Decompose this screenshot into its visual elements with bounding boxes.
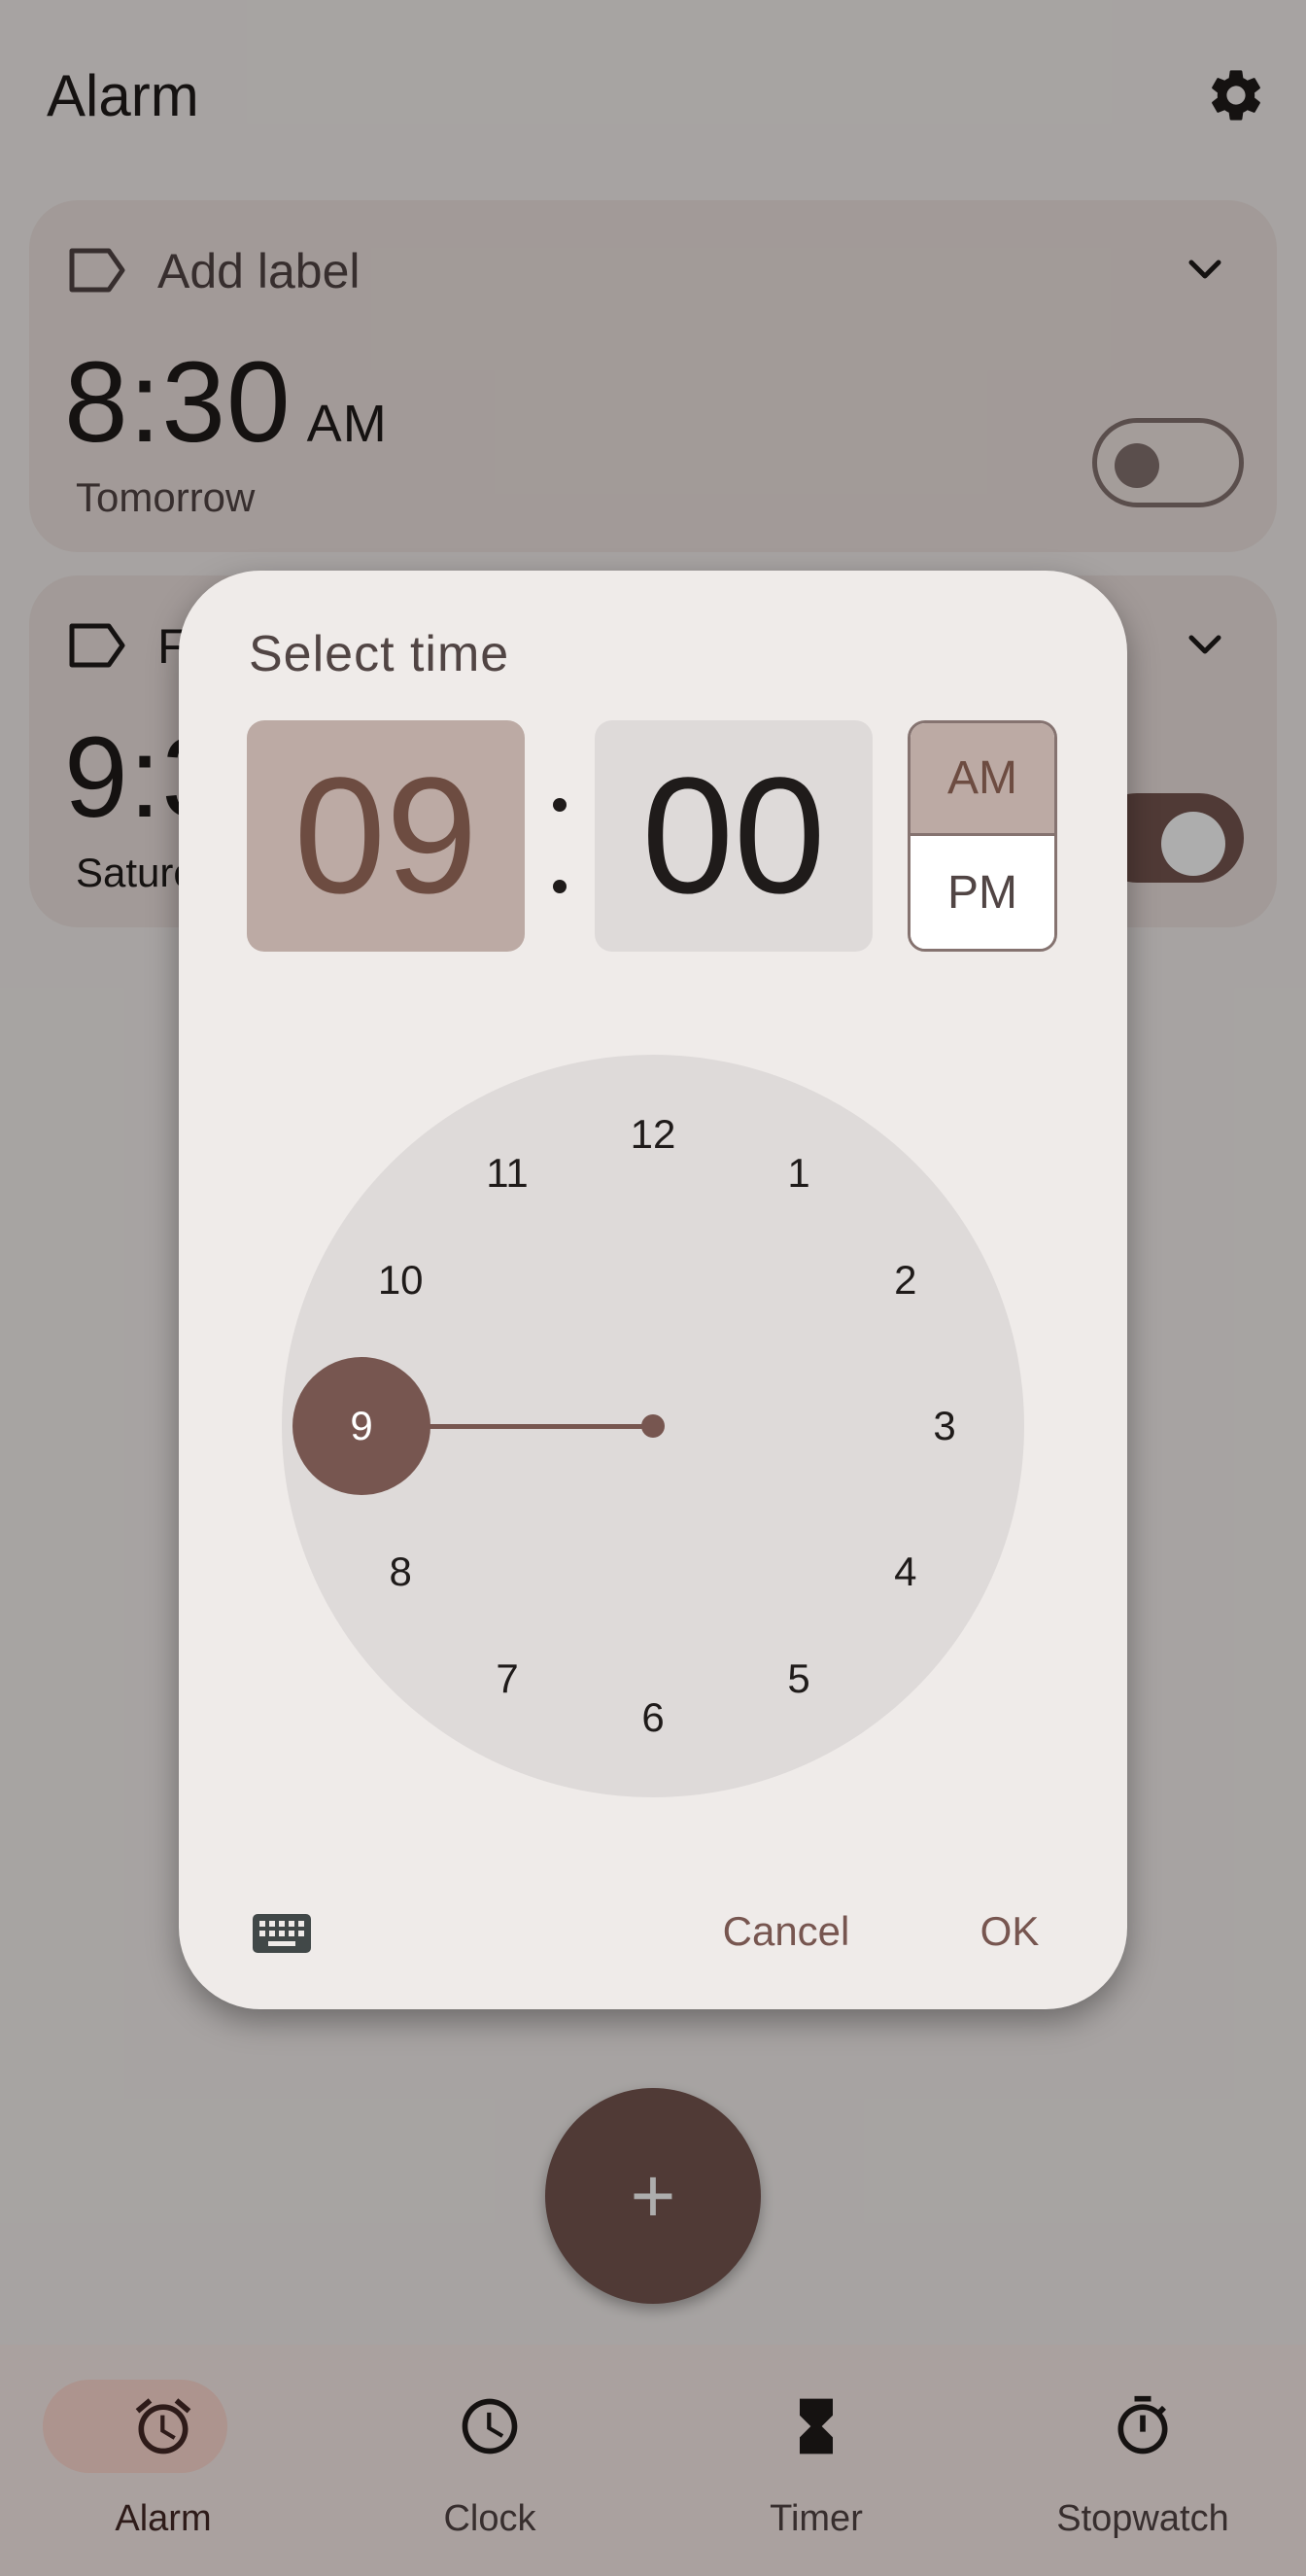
clock-number-12[interactable]: 12 <box>614 1105 692 1164</box>
clock-number-9[interactable]: 9 <box>323 1397 400 1455</box>
hour-selector[interactable]: 09 <box>247 720 525 952</box>
minute-selector[interactable]: 00 <box>595 720 873 952</box>
clock-number-3[interactable]: 3 <box>906 1397 983 1455</box>
am-toggle[interactable]: AM <box>911 723 1054 836</box>
period-selector: AM PM <box>908 720 1057 952</box>
clock-number-4[interactable]: 4 <box>867 1543 945 1601</box>
pm-toggle[interactable]: PM <box>911 836 1054 949</box>
clock-hand <box>420 1423 653 1429</box>
keyboard-icon[interactable] <box>251 1910 313 1957</box>
clock-number-8[interactable]: 8 <box>361 1543 439 1601</box>
dialog-title: Select time <box>249 626 510 682</box>
time-separator-dot <box>553 798 567 812</box>
clock-number-11[interactable]: 11 <box>468 1144 546 1202</box>
clock-center <box>641 1414 665 1438</box>
clock-number-6[interactable]: 6 <box>614 1688 692 1747</box>
ok-button[interactable]: OK <box>956 1893 1063 1970</box>
cancel-button[interactable]: Cancel <box>704 1893 869 1970</box>
clock-number-10[interactable]: 10 <box>361 1251 439 1309</box>
clock-dial[interactable]: 12 1 2 3 4 5 6 7 8 9 10 11 <box>282 1055 1024 1797</box>
clock-number-5[interactable]: 5 <box>760 1650 838 1708</box>
time-picker-dialog: Select time 09 00 AM PM 12 1 2 3 4 5 6 7 8 9 10 11 … <box>179 571 1127 2009</box>
clock-number-1[interactable]: 1 <box>760 1144 838 1202</box>
clock-number-2[interactable]: 2 <box>867 1251 945 1309</box>
time-separator-dot <box>553 880 567 893</box>
clock-number-7[interactable]: 7 <box>468 1650 546 1708</box>
